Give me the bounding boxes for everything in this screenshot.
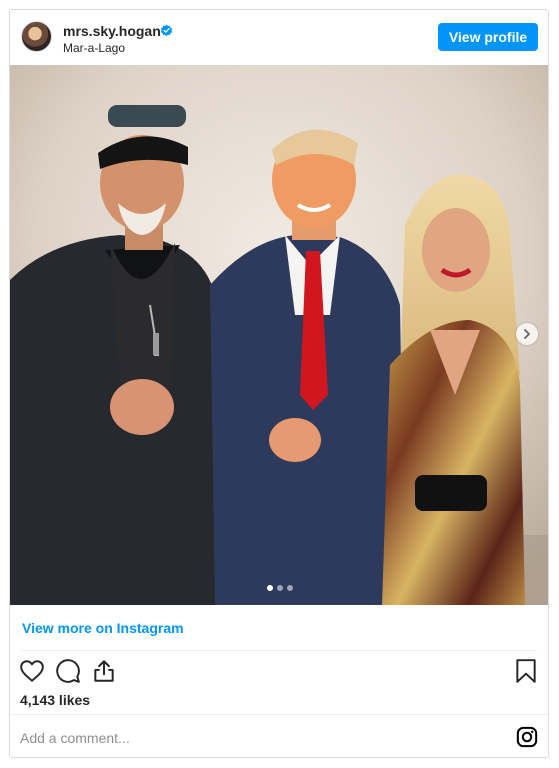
share-icon[interactable]	[91, 658, 117, 684]
verified-badge-icon	[160, 24, 173, 37]
carousel-dot-1[interactable]	[267, 585, 273, 591]
chevron-right-icon	[524, 329, 530, 339]
divider	[21, 650, 537, 651]
instagram-icon[interactable]	[516, 726, 538, 748]
bookmark-icon[interactable]	[513, 658, 539, 684]
comment-icon[interactable]	[55, 658, 81, 684]
view-profile-button[interactable]: View profile	[438, 23, 538, 51]
comment-input[interactable]: Add a comment...	[20, 730, 130, 746]
likes-count[interactable]: 4,143 likes	[20, 692, 90, 708]
avatar[interactable]	[21, 21, 52, 52]
photo-illustration	[10, 65, 548, 605]
post-header: mrs.sky.hogan Mar-a-Lago View profile	[10, 10, 548, 66]
carousel-dot-2[interactable]	[277, 585, 283, 591]
carousel-next-button[interactable]	[516, 323, 538, 345]
username[interactable]: mrs.sky.hogan	[63, 23, 161, 39]
post-photo[interactable]	[10, 65, 548, 605]
carousel-dots	[267, 585, 293, 591]
view-more-link[interactable]: View more on Instagram	[22, 620, 184, 636]
heart-icon[interactable]	[19, 658, 45, 684]
carousel-dot-3[interactable]	[287, 585, 293, 591]
instagram-embed-card: mrs.sky.hogan Mar-a-Lago View profile Vi…	[9, 9, 549, 758]
location-label[interactable]: Mar-a-Lago	[63, 41, 125, 55]
divider	[10, 714, 548, 715]
action-bar	[10, 658, 548, 688]
